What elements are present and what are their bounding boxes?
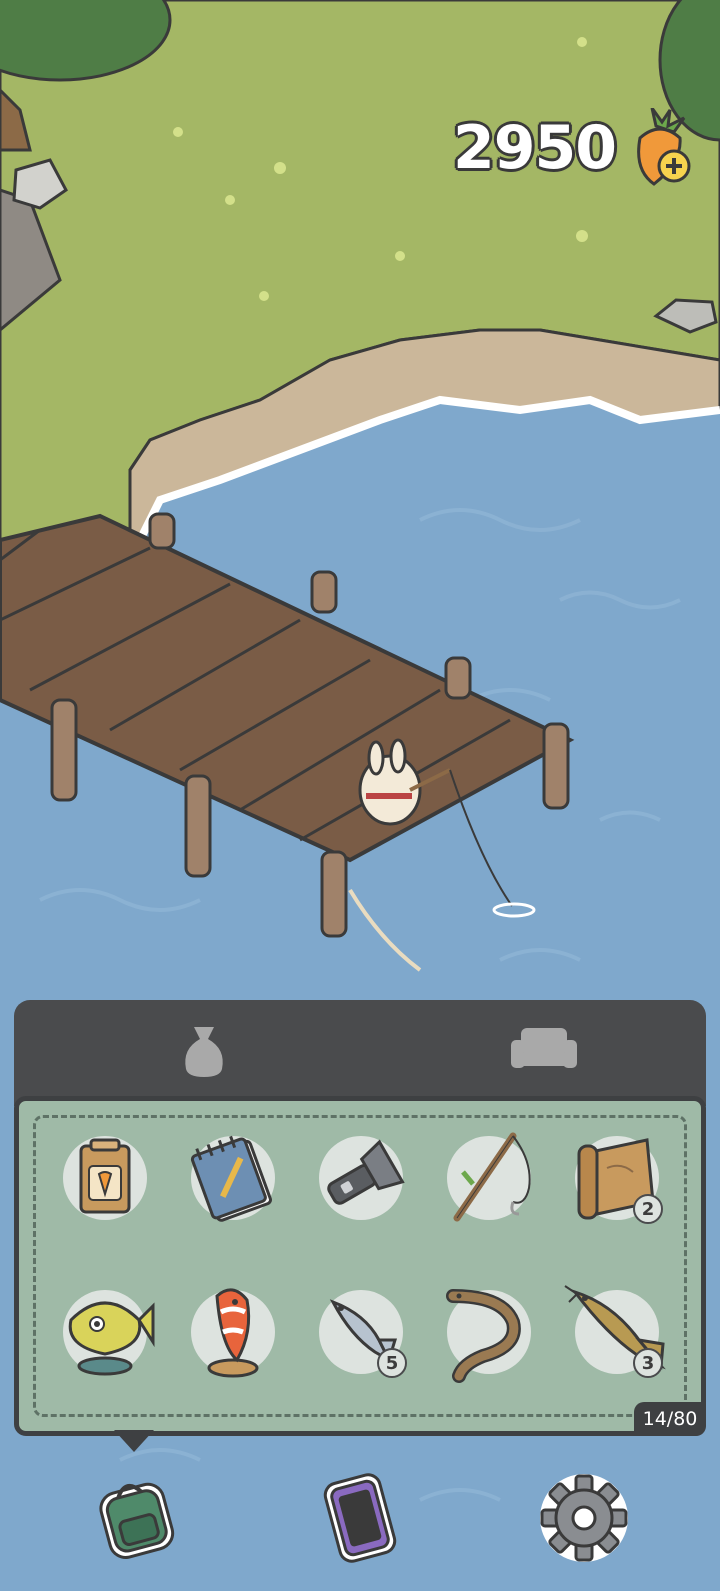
inventory-panel: 2 5 3 14/80 [14, 1096, 706, 1436]
backpack-icon [99, 1482, 175, 1559]
fishing-rod-icon [453, 1132, 531, 1222]
inventory-capacity: 14/80 [634, 1402, 706, 1436]
inventory-slot-fishing-rod[interactable] [447, 1132, 531, 1222]
carrot-amount: 2950 [453, 113, 617, 183]
carrot-currency: 2950 [453, 107, 696, 188]
settings-button[interactable] [534, 1468, 634, 1568]
inventory-slot-small-fish[interactable]: 5 [319, 1290, 407, 1378]
carrot-plus-icon[interactable] [626, 107, 696, 188]
eel-icon [446, 1289, 521, 1383]
inventory-slot-map-scroll[interactable]: 2 [575, 1136, 663, 1224]
item-count-badge: 3 [633, 1348, 663, 1378]
inventory-slot-eel[interactable] [446, 1289, 531, 1383]
clownfish-trophy-icon [207, 1288, 259, 1378]
item-count-badge: 2 [633, 1194, 663, 1224]
panel-pointer [114, 1430, 154, 1452]
inventory-tab-bar [14, 1000, 706, 1106]
settings-gear-icon [540, 1474, 628, 1562]
carrot-seed-packet-icon [79, 1138, 131, 1214]
inventory-slot-pufferfish[interactable] [63, 1290, 155, 1376]
inventory-slot-catfish[interactable]: 3 [564, 1285, 666, 1378]
flashlight-icon [327, 1139, 405, 1205]
tab-bag[interactable] [159, 1014, 249, 1084]
inventory-slot-seed-packet[interactable] [63, 1136, 147, 1220]
inventory-slot-notepad[interactable] [190, 1135, 275, 1222]
notepad-icon [190, 1135, 272, 1222]
backpack-button[interactable] [86, 1468, 186, 1568]
tab-furniture[interactable] [499, 1014, 589, 1084]
inventory-slot-flashlight[interactable] [319, 1136, 405, 1220]
pufferfish-trophy-icon [68, 1301, 155, 1376]
inventory-slot-clownfish[interactable] [191, 1288, 275, 1378]
item-count-badge: 5 [377, 1348, 407, 1378]
sofa-icon [511, 1028, 577, 1068]
phone-icon [323, 1473, 397, 1563]
bag-icon [185, 1027, 223, 1077]
phone-button[interactable] [310, 1468, 410, 1568]
